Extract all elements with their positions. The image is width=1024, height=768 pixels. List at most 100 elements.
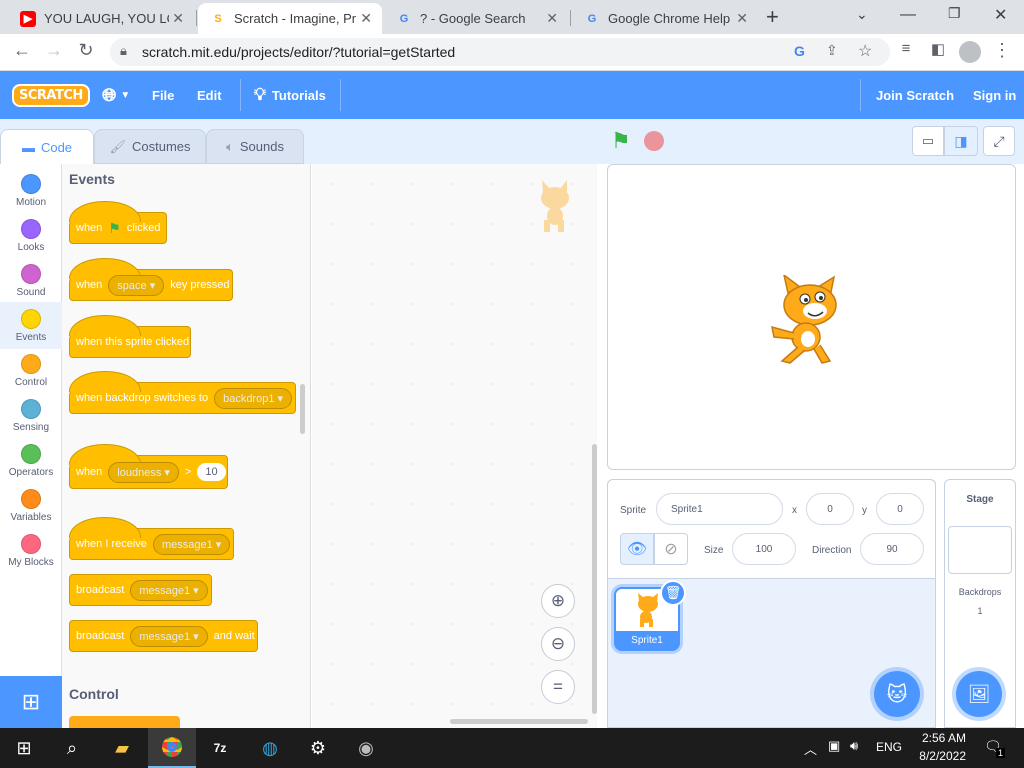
join-scratch-button[interactable]: Join Scratch — [876, 71, 954, 119]
chrome-taskbar-icon[interactable] — [148, 728, 196, 768]
volume-icon[interactable]: 🔊︎ — [850, 738, 858, 754]
block-when-key-pressed[interactable]: when space ▾ key pressed — [69, 258, 233, 301]
close-window-icon[interactable]: ✕ — [994, 5, 1007, 25]
message-dropdown[interactable]: message1 ▾ — [152, 533, 231, 555]
green-flag-button[interactable]: ⚑ — [611, 128, 631, 154]
block-when-sprite-clicked[interactable]: when this sprite clicked — [69, 315, 191, 358]
x-input[interactable]: 0 — [806, 493, 854, 525]
7zip-icon[interactable]: 7z — [196, 728, 244, 768]
edit-menu[interactable]: Edit — [197, 71, 222, 119]
scratch-logo[interactable]: SCRATCH — [12, 71, 90, 119]
close-tab-icon[interactable]: ✕ — [172, 10, 184, 27]
zoom-reset-button[interactable]: = — [541, 670, 575, 704]
category-motion[interactable]: Motion — [0, 169, 62, 214]
category-variables[interactable]: Variables — [0, 484, 62, 529]
forward-icon[interactable]: → — [42, 40, 66, 61]
minimize-icon[interactable]: — — [900, 6, 916, 24]
loudness-value-input[interactable]: 10 — [197, 463, 226, 481]
small-stage-button[interactable]: ▭ — [912, 126, 944, 156]
stop-button[interactable] — [644, 131, 664, 151]
cat-sprite[interactable] — [768, 275, 856, 365]
direction-input[interactable]: 90 — [860, 533, 924, 565]
fullscreen-button[interactable]: ⤢ — [983, 126, 1015, 156]
block-when-i-receive[interactable]: when I receive message1 ▾ — [69, 517, 234, 560]
tab-search-icon[interactable]: ⌄ — [856, 6, 868, 23]
message-dropdown[interactable]: message1 ▾ — [130, 625, 208, 647]
category-looks[interactable]: Looks — [0, 214, 62, 259]
tab-code[interactable]: ▬ Code — [0, 129, 94, 164]
block-when-loudness[interactable]: when loudness ▾ > 10 — [69, 444, 228, 489]
file-explorer-icon[interactable]: ▰ — [98, 728, 146, 768]
browser-tab-youtube[interactable]: ▶ YOU LAUGH, YOU LOSE ✕ — [8, 3, 194, 34]
sign-in-button[interactable]: Sign in — [973, 71, 1016, 119]
backdrop-dropdown[interactable]: backdrop1 ▾ — [214, 387, 293, 409]
close-tab-icon[interactable]: ✕ — [360, 10, 372, 27]
bookmark-star-icon[interactable]: ☆ — [858, 41, 872, 61]
size-input[interactable]: 100 — [732, 533, 796, 565]
block-when-backdrop-switches[interactable]: when backdrop switches to backdrop1 ▾ — [69, 371, 296, 414]
google-lens-icon[interactable]: G — [794, 43, 805, 59]
clock-time[interactable]: 2:56 AM — [910, 731, 966, 745]
add-extension-button[interactable]: ⊞ — [0, 676, 62, 728]
tab-sounds[interactable]: 🔈︎ Sounds — [206, 129, 304, 164]
sprite-name-input[interactable]: Sprite1 — [656, 493, 783, 525]
side-panel-icon[interactable]: ◧ — [926, 40, 950, 58]
tutorials-button[interactable]: 💡︎ Tutorials — [254, 71, 326, 119]
clock-date[interactable]: 8/2/2022 — [906, 749, 966, 763]
message-dropdown[interactable]: message1 ▾ — [130, 579, 208, 601]
browser-tab-chrome-help[interactable]: G Google Chrome Help ✕ — [572, 3, 758, 34]
block-control-partial[interactable] — [69, 716, 180, 728]
settings-gear-icon[interactable]: ⚙ — [294, 728, 342, 768]
category-events[interactable]: Events — [0, 302, 62, 349]
choose-sprite-button[interactable]: 🐱︎ — [874, 671, 920, 717]
category-sensing[interactable]: Sensing — [0, 394, 62, 439]
tab-costumes[interactable]: 🖌︎ Costumes — [94, 129, 206, 164]
address-bar[interactable]: 🔒︎ scratch.mit.edu/projects/editor/?tuto… — [110, 38, 890, 66]
taskbar-search-icon[interactable]: ⌕ — [48, 728, 96, 768]
key-dropdown[interactable]: space ▾ — [108, 274, 165, 296]
windows-start-icon[interactable]: ⊞ — [0, 728, 48, 768]
tray-chevron-icon[interactable]: ︿ — [804, 739, 817, 758]
profile-avatar-icon[interactable] — [959, 41, 981, 63]
zoom-out-button[interactable]: ⊖ — [541, 627, 575, 661]
palette-scrollbar[interactable] — [300, 384, 305, 434]
chrome-menu-icon[interactable]: ⋮ — [990, 40, 1014, 61]
language-globe-icon[interactable]: 🌐︎ ▼ — [102, 71, 130, 119]
category-my-blocks[interactable]: My Blocks — [0, 529, 62, 574]
close-tab-icon[interactable]: ✕ — [546, 10, 558, 27]
hide-sprite-button[interactable]: ⊘ — [654, 533, 688, 565]
reload-icon[interactable]: ↻ — [74, 40, 98, 61]
browser-tab-scratch[interactable]: S Scratch - Imagine, Prog ✕ — [198, 3, 382, 34]
share-icon[interactable]: ⇪ — [826, 42, 838, 59]
green-flag-icon: ⚑ — [108, 219, 121, 236]
show-sprite-button[interactable]: 👁︎ — [620, 533, 654, 565]
script-horizontal-scrollbar[interactable] — [450, 719, 588, 724]
edge-icon[interactable]: ◍ — [246, 728, 294, 768]
sensor-dropdown[interactable]: loudness ▾ — [108, 461, 179, 483]
network-icon[interactable]: ▣ — [828, 738, 840, 754]
y-input[interactable]: 0 — [876, 493, 924, 525]
large-stage-button[interactable]: ◨ — [944, 126, 978, 156]
category-control[interactable]: Control — [0, 349, 62, 394]
back-icon[interactable]: ← — [10, 40, 34, 61]
block-broadcast[interactable]: broadcast message1 ▾ — [69, 574, 212, 606]
category-sound[interactable]: Sound — [0, 259, 62, 304]
stage-canvas[interactable] — [607, 164, 1016, 470]
new-tab-button[interactable]: + — [766, 4, 779, 30]
category-label: Operators — [8, 467, 54, 478]
category-operators[interactable]: Operators — [0, 439, 62, 484]
browser-tab-google-search[interactable]: G ? - Google Search ✕ — [384, 3, 568, 34]
close-tab-icon[interactable]: ✕ — [736, 10, 748, 27]
app-disc-icon[interactable]: ◉ — [342, 728, 390, 768]
reading-list-icon[interactable]: ≡ — [894, 40, 918, 57]
restore-icon[interactable]: ❐ — [948, 5, 961, 22]
delete-sprite-button[interactable]: 🗑︎ — [660, 580, 686, 606]
zoom-in-button[interactable]: ⊕ — [541, 584, 575, 618]
language-indicator[interactable]: ENG — [876, 740, 902, 754]
choose-backdrop-button[interactable]: 🖼︎ — [956, 671, 1002, 717]
block-broadcast-and-wait[interactable]: broadcast message1 ▾ and wait — [69, 620, 258, 652]
stage-backdrop-thumbnail[interactable] — [948, 526, 1012, 574]
block-when-flag-clicked[interactable]: when ⚑ clicked — [69, 201, 167, 244]
file-menu[interactable]: File — [152, 71, 174, 119]
script-vertical-scrollbar[interactable] — [592, 444, 597, 714]
